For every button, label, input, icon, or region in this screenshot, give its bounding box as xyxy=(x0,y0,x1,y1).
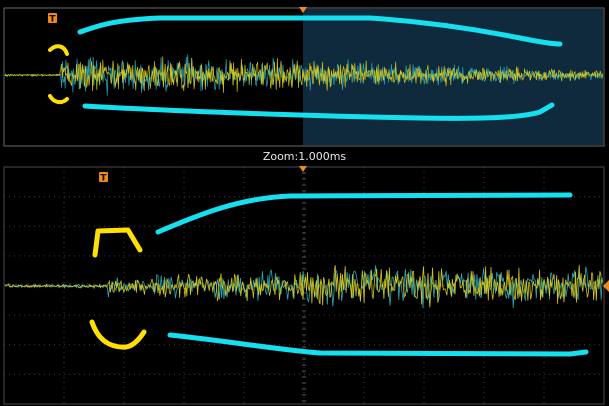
zoom-lower-envelope-annotation xyxy=(167,332,589,357)
triangle-down-icon[interactable] xyxy=(299,166,307,172)
trigger-marker-label: T xyxy=(49,15,56,25)
overview-window[interactable]: T xyxy=(3,7,605,147)
zoom-window[interactable]: T xyxy=(3,166,609,405)
overview-trigger-marker[interactable]: T xyxy=(48,13,57,25)
zoom-timebase-label: Zoom:1.000ms xyxy=(262,150,347,163)
zoom-lower-bracket-annotation xyxy=(89,319,147,350)
trigger-marker-label: T xyxy=(100,174,107,184)
zoom-trigger-marker[interactable]: T xyxy=(99,172,108,184)
zoom-waveform xyxy=(4,264,603,309)
zoom-upper-bracket-annotation xyxy=(92,227,143,258)
oscilloscope-display: T T xyxy=(3,7,609,405)
